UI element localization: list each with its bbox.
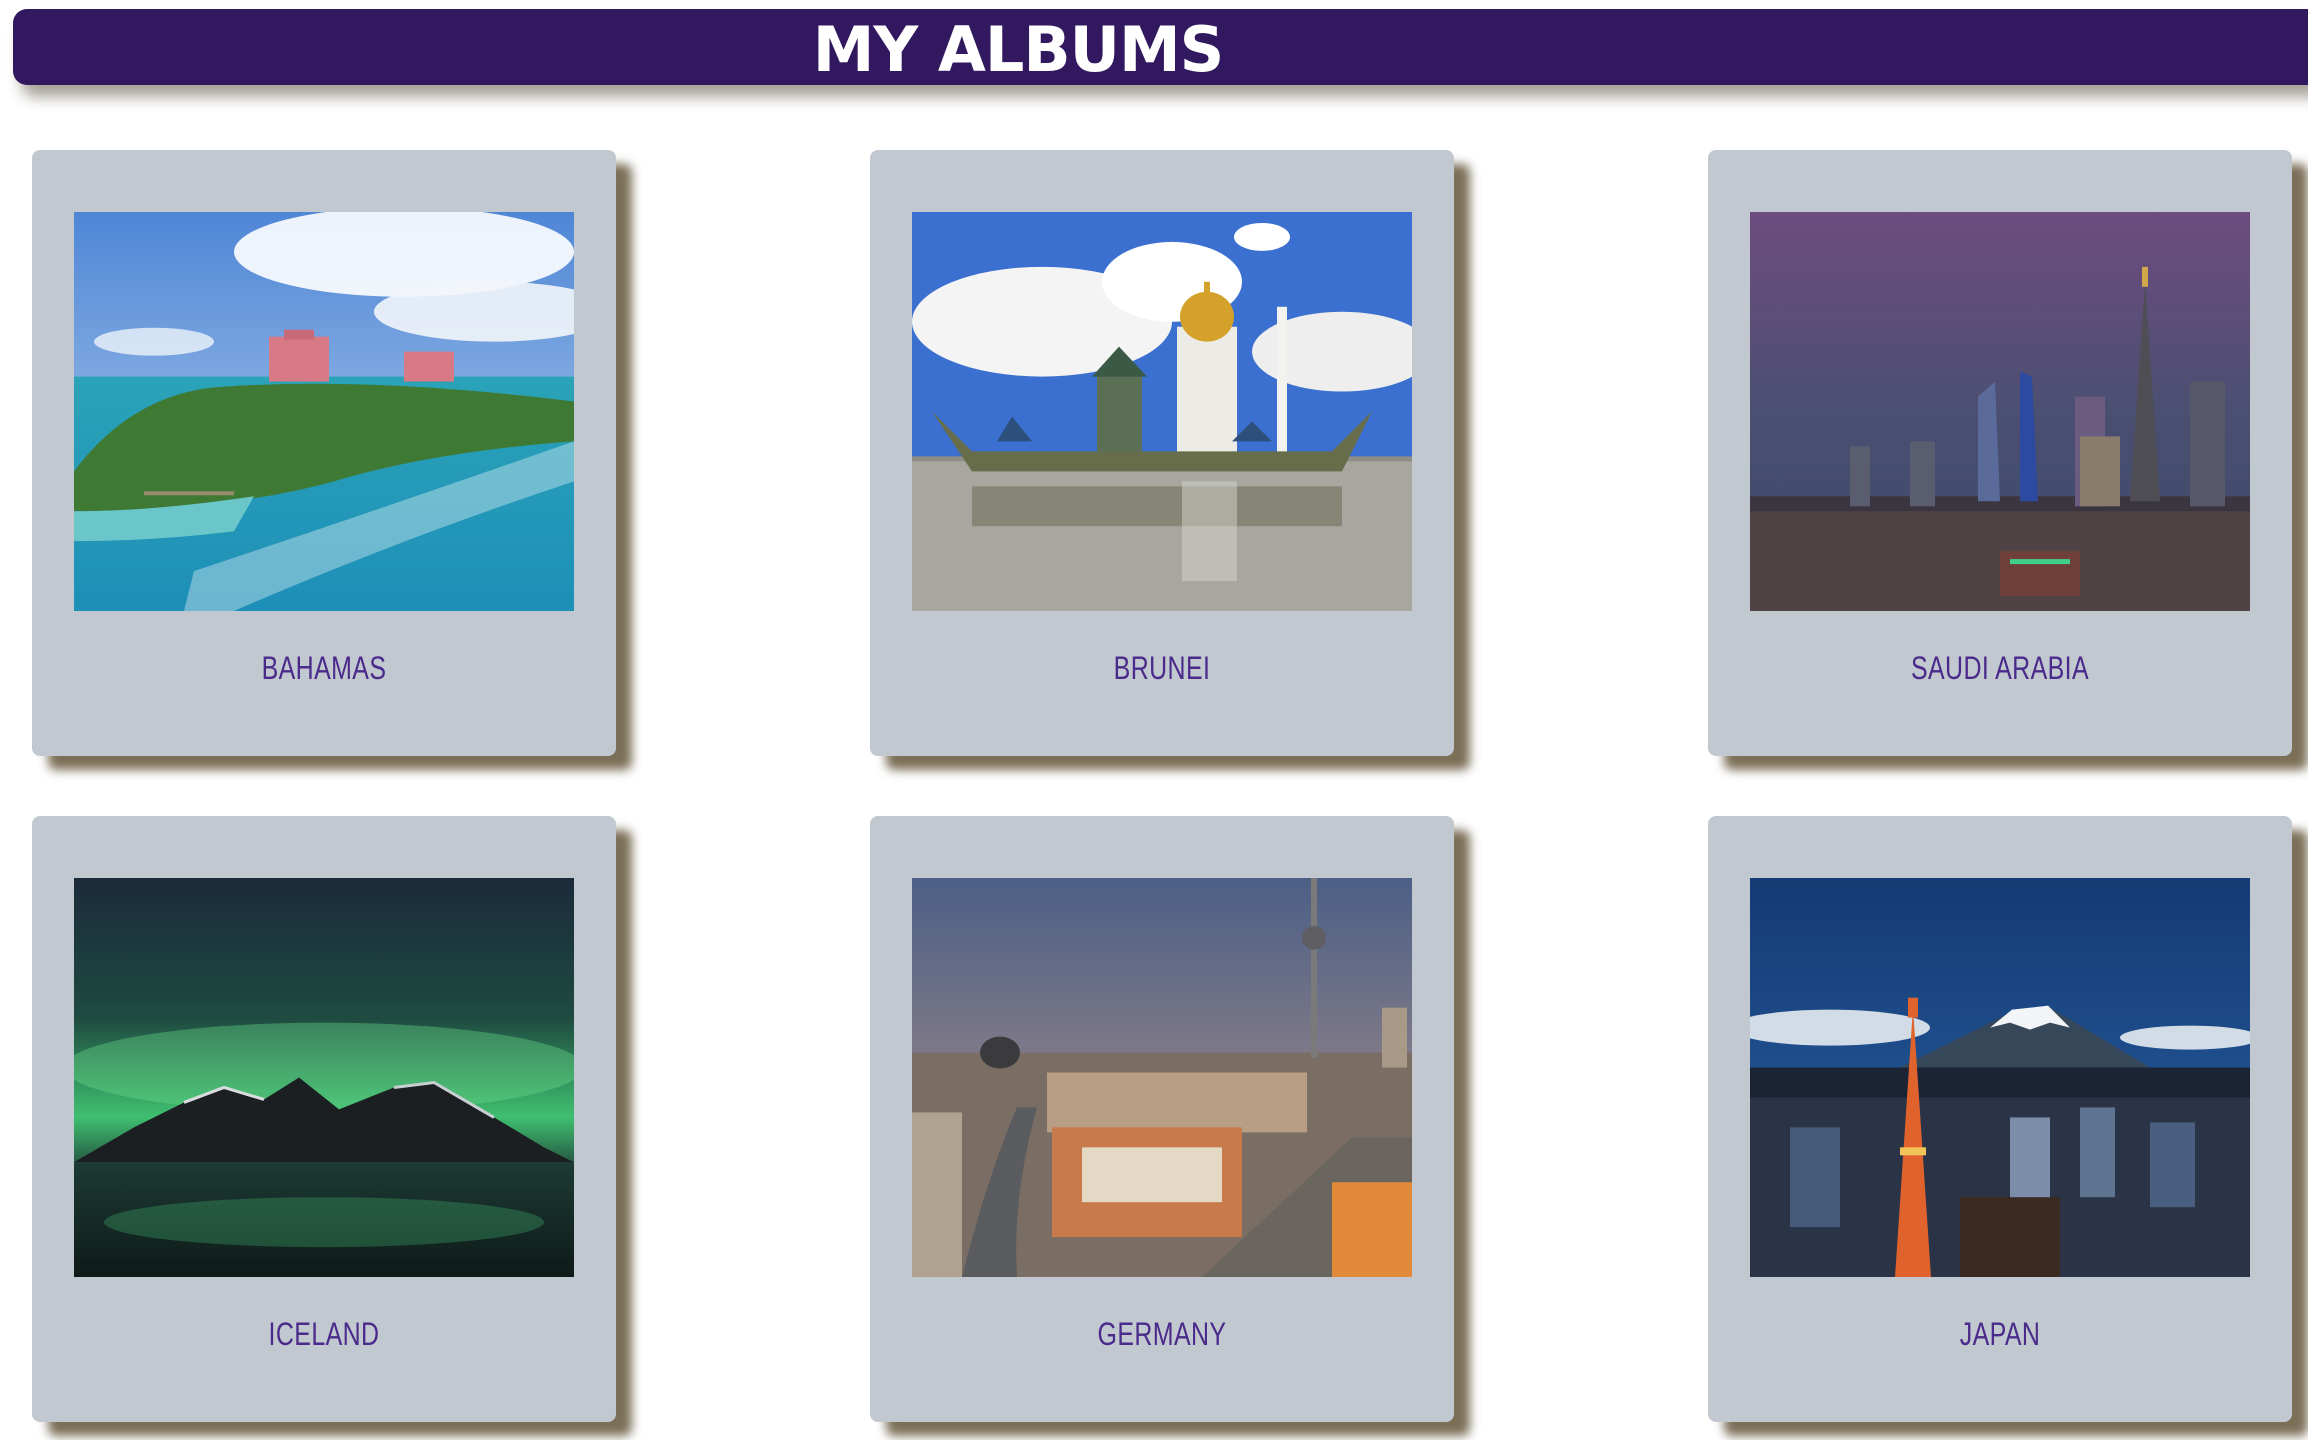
page-header: MY ALBUMS <box>13 9 2308 86</box>
album-card-germany[interactable]: GERMANY <box>870 816 1454 1422</box>
album-photo-germany[interactable] <box>912 878 1412 1277</box>
album-photo-brunei[interactable] <box>912 212 1412 611</box>
album-card-bahamas[interactable]: BAHAMAS <box>32 150 616 756</box>
album-label-brunei: BRUNEI <box>1113 650 1211 686</box>
album-card-saudi-arabia[interactable]: SAUDI ARABIA <box>1708 150 2292 756</box>
album-photo-japan[interactable] <box>1750 878 2250 1277</box>
album-label-germany: GERMANY <box>1097 1316 1227 1352</box>
album-label-iceland: ICELAND <box>268 1316 380 1352</box>
album-label-bahamas: BAHAMAS <box>261 650 387 686</box>
album-label-japan: JAPAN <box>1959 1316 2041 1352</box>
page-title: MY ALBUMS <box>812 12 1225 86</box>
album-card-brunei[interactable]: BRUNEI <box>870 150 1454 756</box>
album-card-japan[interactable]: JAPAN <box>1708 816 2292 1422</box>
album-photo-iceland[interactable] <box>74 878 574 1277</box>
album-card-iceland[interactable]: ICELAND <box>32 816 616 1422</box>
album-photo-bahamas[interactable] <box>74 212 574 611</box>
album-label-saudi-arabia: SAUDI ARABIA <box>1910 650 2090 686</box>
album-photo-saudi-arabia[interactable] <box>1750 212 2250 611</box>
